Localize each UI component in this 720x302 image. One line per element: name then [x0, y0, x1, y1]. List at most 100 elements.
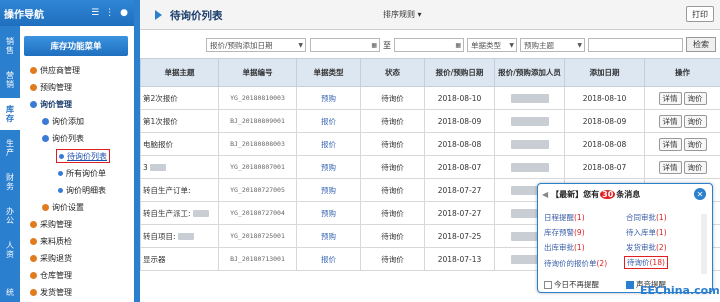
detail-button[interactable]: 详情 [658, 91, 682, 105]
cell-date: 2018-08-09 [424, 109, 495, 133]
table-row[interactable]: 第2次报价 YG_20180810003 预购 待询价 2018-08-10 2018-0… [140, 86, 720, 110]
redacted-name [510, 93, 549, 103]
user-icon[interactable]: ● [120, 8, 128, 18]
menu-shipping[interactable]: 发货管理 [30, 286, 72, 299]
subject-select[interactable]: 预购主题 ▼ [520, 38, 585, 52]
inquiry-button[interactable]: 询价 [683, 114, 707, 128]
bill-type-select[interactable]: 单据类型 ▼ [467, 38, 517, 52]
msg-pending-inbound[interactable]: 待入库单(1) [626, 227, 667, 238]
end-date-input[interactable]: ▦ [394, 38, 464, 52]
no-remind-today-checkbox[interactable]: 今日不再提醒 [544, 279, 599, 290]
sort-rule-dropdown[interactable]: 排序规则 ▾ [383, 9, 422, 20]
message-count-badge: 30 [600, 189, 616, 199]
expand-icon [42, 204, 49, 211]
menu-inquiry-list[interactable]: 询价列表 [42, 132, 84, 145]
start-date-input[interactable]: ▦ [310, 38, 380, 52]
msg-outbound[interactable]: 出库审批(1) [544, 242, 585, 253]
menu-warehouse[interactable]: 仓库管理 [30, 269, 72, 282]
msg-pending-inquiry[interactable]: 待询价(18) [624, 256, 668, 269]
tree-icon[interactable]: ⋮ [105, 8, 114, 18]
redacted-name [510, 162, 549, 172]
inquiry-button[interactable]: 询价 [683, 91, 707, 105]
menu-inquiry-detail[interactable]: 询价明细表 [58, 184, 106, 197]
cell-date: 2018-08-10 [424, 86, 495, 110]
cell-actions: 详情 询价 [644, 155, 720, 179]
speaker-icon: ◀ [542, 189, 549, 199]
popup-head-suffix: 条消息 [616, 189, 641, 199]
date-range-separator: 至 [383, 41, 391, 50]
tab-inventory[interactable]: 库存 [0, 98, 20, 130]
calendar-icon: ▦ [371, 41, 377, 49]
col-add-date[interactable]: 添加日期 [564, 58, 645, 87]
msg-schedule[interactable]: 日程提醒(1) [544, 212, 585, 223]
menu-incoming-qc[interactable]: 来料质检 [30, 235, 72, 248]
toolbar [140, 0, 720, 30]
table-row[interactable]: 电脑报价 BJ_20180808003 报价 待询价 2018-08-08 2018-08… [140, 132, 720, 156]
col-type[interactable]: 单据类型 [296, 58, 361, 87]
col-date[interactable]: 报价/预购日期 [424, 58, 495, 87]
cell-added-by [494, 109, 565, 133]
table-row[interactable]: 3 YG_20180807001 预购 待询价 2018-08-07 2018-08-07… [140, 155, 720, 179]
date-type-select[interactable]: 报价/预购添加日期 ▼ [206, 38, 306, 52]
collapse-icon [42, 135, 49, 142]
msg-stock-alert[interactable]: 库存预警(9) [544, 227, 585, 238]
menu-purchase[interactable]: 采购管理 [30, 218, 72, 231]
menu-purchase-return[interactable]: 采购退货 [30, 252, 72, 265]
keyword-input[interactable] [588, 38, 683, 52]
cell-number: YG_20180727005 [218, 178, 297, 202]
menu-all-inquiries[interactable]: 所有询价单 [58, 167, 106, 180]
detail-button[interactable]: 详情 [658, 137, 682, 151]
inquiry-button[interactable]: 询价 [683, 160, 707, 174]
cell-number: YG_20180725001 [218, 224, 297, 248]
tab-production[interactable]: 生产 [0, 132, 20, 164]
cell-date: 2018-07-13 [424, 247, 495, 271]
tab-hr[interactable]: 人资 [0, 234, 20, 266]
tab-sales[interactable]: 销售 [0, 30, 20, 62]
print-button[interactable]: 打印 [686, 6, 714, 22]
table-row[interactable]: 第1次报价 BJ_20180809001 报价 待询价 2018-08-09 2018-0… [140, 109, 720, 133]
msg-shipping[interactable]: 发货审批(2) [626, 242, 667, 253]
menu-inquiry-add[interactable]: 询价添加 [42, 115, 84, 128]
tab-office[interactable]: 办公 [0, 200, 20, 232]
list-icon[interactable]: ☰ [91, 8, 99, 18]
expand-icon [30, 67, 37, 74]
menu-pending-inquiry-list[interactable]: 待询价列表 [56, 149, 110, 163]
cell-subject[interactable]: 显示器 [140, 247, 219, 271]
cell-number: YG_20180807001 [218, 155, 297, 179]
menu-prepurchase[interactable]: 预购管理 [30, 81, 72, 94]
col-status[interactable]: 状态 [360, 58, 425, 87]
cell-type: 报价 [296, 247, 361, 271]
tab-stats[interactable]: 统 [0, 282, 20, 302]
msg-contract[interactable]: 合同审批(1) [626, 212, 667, 223]
detail-button[interactable]: 详情 [658, 160, 682, 174]
inventory-menu-header[interactable]: 库存功能菜单 [24, 36, 128, 56]
cell-subject[interactable]: 电脑报价 [140, 132, 219, 156]
cell-subject[interactable]: 3 [140, 155, 219, 179]
cell-status: 待询价 [360, 109, 425, 133]
popup-head-prefix: 【最新】您有 [551, 189, 600, 199]
cell-added-by [494, 132, 565, 156]
msg-quote-inquiry[interactable]: 待询价的报价单(2) [544, 258, 607, 269]
cell-subject[interactable]: 第2次报价 [140, 86, 219, 110]
col-subject[interactable]: 单据主题 [140, 58, 219, 87]
cell-subject[interactable]: 转自生产派工: [140, 201, 219, 225]
cell-subject[interactable]: 转自项目: [140, 224, 219, 248]
col-number[interactable]: 单据编号 [218, 58, 297, 87]
cell-status: 待询价 [360, 201, 425, 225]
menu-inquiry-settings[interactable]: 询价设置 [42, 201, 84, 214]
menu-inquiry[interactable]: 询价管理 [30, 98, 72, 111]
detail-button[interactable]: 详情 [658, 114, 682, 128]
menu-supplier[interactable]: 供应商管理 [30, 64, 80, 77]
cell-subject[interactable]: 第1次报价 [140, 109, 219, 133]
tab-marketing[interactable]: 营销 [0, 64, 20, 96]
inquiry-button[interactable]: 询价 [683, 137, 707, 151]
search-button[interactable]: 检索 [686, 37, 716, 52]
cell-type: 预购 [296, 86, 361, 110]
watermark: EEChina.com [640, 284, 720, 297]
tab-finance[interactable]: 财务 [0, 166, 20, 198]
close-icon[interactable]: ✕ [694, 188, 706, 200]
chevron-down-icon: ▼ [509, 41, 514, 49]
cell-subject[interactable]: 转自生产订单: [140, 178, 219, 202]
popup-scrollbar[interactable] [701, 214, 707, 274]
col-added-by[interactable]: 报价/预购添加人员 [494, 58, 565, 87]
